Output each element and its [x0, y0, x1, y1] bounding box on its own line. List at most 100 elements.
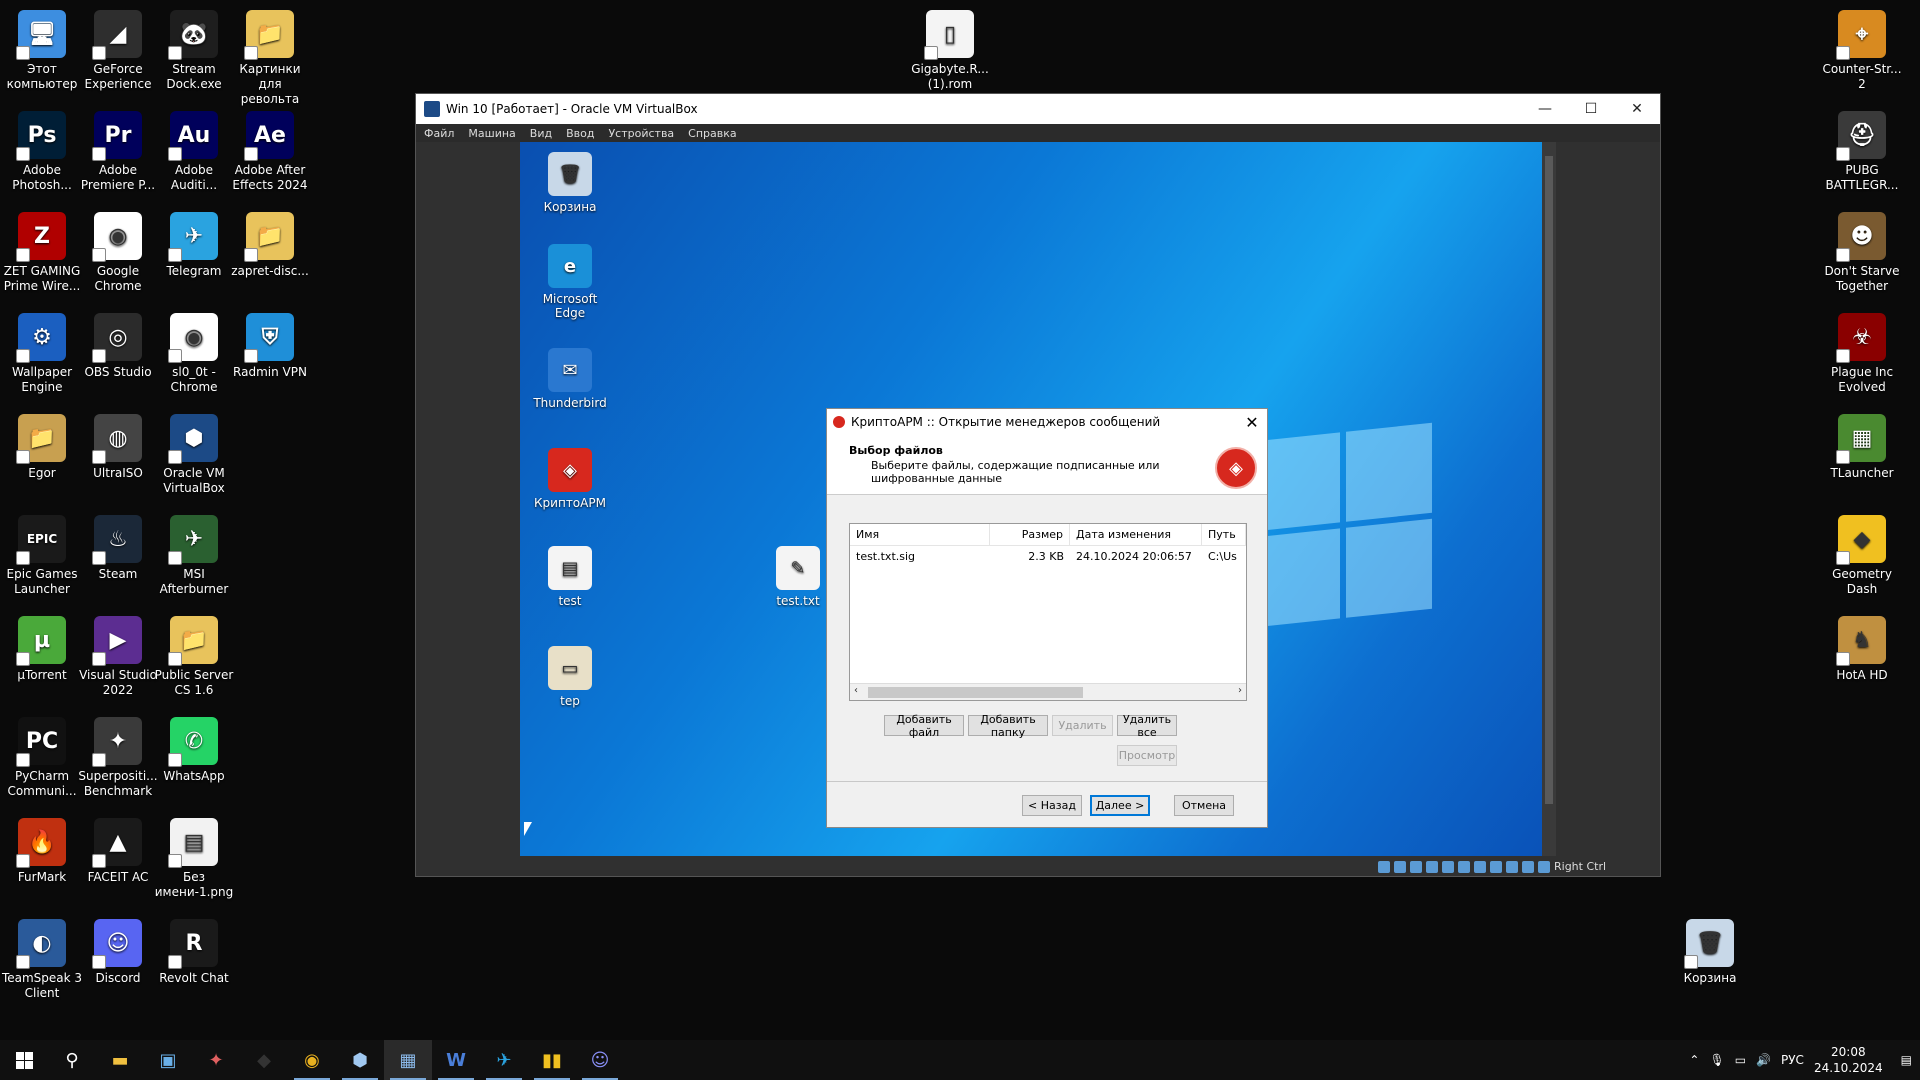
shortcut-adobe-after-effects-2024[interactable]: Ae Adobe After Effects 2024: [228, 109, 312, 193]
shortcut-msi-afterburner[interactable]: ✈ MSI Afterburner: [152, 513, 236, 597]
shortcut-faceit-ac[interactable]: ▲ FACEIT AC: [76, 816, 160, 885]
menu-file[interactable]: Файл: [424, 127, 454, 140]
taskbar-virtualbox[interactable]: ⬢: [336, 1040, 384, 1080]
notifications-icon[interactable]: ▤: [1901, 1053, 1912, 1067]
cpu-icon[interactable]: [1506, 860, 1518, 873]
shortcut-torrent[interactable]: µ µTorrent: [0, 614, 84, 683]
cancel-button[interactable]: Отмена: [1174, 795, 1234, 816]
taskbar-app-4[interactable]: ◆: [240, 1040, 288, 1080]
shortcut-pubg-battlegr[interactable]: ⛑ PUBG BATTLEGR...: [1820, 109, 1904, 193]
shortcut-adobe-photosh[interactable]: Ps Adobe Photosh...: [0, 109, 84, 193]
dialog-close-button[interactable]: ✕: [1237, 413, 1267, 432]
recording-icon[interactable]: [1490, 860, 1502, 873]
shortcut-криптоарм[interactable]: ◈ КриптоАРМ: [530, 448, 610, 510]
taskbar-discord[interactable]: ☺: [576, 1040, 624, 1080]
menu-devices[interactable]: Устройства: [608, 127, 674, 140]
preview-button[interactable]: Просмотр: [1117, 745, 1177, 766]
shortcut-thunderbird[interactable]: ✉ Thunderbird: [530, 348, 610, 410]
shortcut-whatsapp[interactable]: ✆ WhatsApp: [152, 715, 236, 784]
menu-view[interactable]: Вид: [530, 127, 552, 140]
shortcut-plague-inc-evolved[interactable]: ☣ Plague Inc Evolved: [1820, 311, 1904, 395]
network-icon[interactable]: [1426, 860, 1438, 873]
usb-icon[interactable]: [1442, 860, 1454, 873]
shortcut-egor[interactable]: 📁 Egor: [0, 412, 84, 481]
display-icon[interactable]: [1474, 860, 1486, 873]
shortcut-furmark[interactable]: 🔥 FurMark: [0, 816, 84, 885]
shortcut-obs-studio[interactable]: ◎ OBS Studio: [76, 311, 160, 380]
keyboard-icon[interactable]: [1538, 860, 1550, 873]
shortcut-stream-dock-exe[interactable]: 🐼 Stream Dock.exe: [152, 8, 236, 92]
column-date[interactable]: Дата изменения: [1070, 524, 1202, 545]
shortcut-revolt-chat[interactable]: R Revolt Chat: [152, 917, 236, 986]
column-size[interactable]: Размер: [990, 524, 1070, 545]
shortcut-epic-games-launcher[interactable]: EPIC Epic Games Launcher: [0, 513, 84, 597]
mouse-integration-icon[interactable]: [1522, 860, 1534, 873]
shortcut-telegram[interactable]: ✈ Telegram: [152, 210, 236, 279]
shortcut-gigabyte-r-1-rom[interactable]: ▯ Gigabyte.R... (1).rom: [908, 8, 992, 92]
menu-input[interactable]: Ввод: [566, 127, 594, 140]
vm-vertical-scrollbar[interactable]: [1542, 142, 1556, 856]
next-button[interactable]: Далее >: [1090, 795, 1150, 816]
scroll-left-icon[interactable]: ‹: [854, 685, 858, 696]
shortcut-tep[interactable]: ▭ tep: [530, 646, 610, 708]
shortcut-google-chrome[interactable]: ◉ Google Chrome: [76, 210, 160, 294]
minimize-button[interactable]: —: [1522, 94, 1568, 124]
taskbar-explorer[interactable]: ▬: [96, 1040, 144, 1080]
shortcut-superpositi-benchmark[interactable]: ✦ Superpositi... Benchmark: [76, 715, 160, 799]
start-button[interactable]: [0, 1040, 48, 1080]
taskbar-app-11[interactable]: ▮▮: [528, 1040, 576, 1080]
shortcut-geforce-experience[interactable]: ◢ GeForce Experience: [76, 8, 160, 92]
microphone-icon[interactable]: 🎙: [1709, 1053, 1724, 1067]
shortcut-корзина[interactable]: 🗑 Корзина: [1668, 917, 1752, 986]
menu-machine[interactable]: Машина: [468, 127, 515, 140]
shortcut-этот-компьютер[interactable]: 🖥 Этот компьютер: [0, 8, 84, 92]
search-button[interactable]: ⚲: [48, 1040, 96, 1080]
volume-icon[interactable]: 🔊: [1756, 1053, 1771, 1067]
shortcut-без-имени-1-png[interactable]: ▤ Без имени-1.png: [152, 816, 236, 900]
shortcut-microsoft-edge[interactable]: e Microsoft Edge: [530, 244, 610, 320]
column-path[interactable]: Путь: [1202, 524, 1246, 545]
taskbar-vm-window[interactable]: ▦: [384, 1040, 432, 1080]
shortcut-zapret-disc[interactable]: 📁 zapret-disc...: [228, 210, 312, 279]
add-file-button[interactable]: Добавить файл: [884, 713, 964, 739]
shortcut-pycharm-communi[interactable]: PC PyCharm Communi...: [0, 715, 84, 799]
language-indicator[interactable]: РУС: [1781, 1053, 1804, 1067]
shortcut-steam[interactable]: ♨ Steam: [76, 513, 160, 582]
back-button[interactable]: < Назад: [1022, 795, 1082, 816]
delete-all-button[interactable]: Удалить все: [1117, 713, 1177, 739]
shortcut-test[interactable]: ▤ test: [530, 546, 610, 608]
close-button[interactable]: ✕: [1614, 94, 1660, 124]
column-name[interactable]: Имя: [850, 524, 990, 545]
add-folder-button[interactable]: Добавить папку: [968, 713, 1048, 739]
shortcut-tlauncher[interactable]: ▦ TLauncher: [1820, 412, 1904, 481]
scrollbar-thumb[interactable]: [868, 687, 1083, 698]
shortcut-ultraiso[interactable]: ◍ UltraISO: [76, 412, 160, 481]
shortcut-hota-hd[interactable]: ♞ HotA HD: [1820, 614, 1904, 683]
shortcut-корзина[interactable]: 🗑 Корзина: [530, 152, 610, 214]
shortcut-adobe-premiere-p[interactable]: Pr Adobe Premiere P...: [76, 109, 160, 193]
shortcut-public-server-cs-1-6[interactable]: 📁 Public Server CS 1.6: [152, 614, 236, 698]
shortcut-oracle-vm-virtualbox[interactable]: ⬢ Oracle VM VirtualBox: [152, 412, 236, 496]
taskbar-word[interactable]: W: [432, 1040, 480, 1080]
shortcut-sl0-0t-chrome[interactable]: ◉ sl0_0t - Chrome: [152, 311, 236, 395]
shortcut-geometry-dash[interactable]: ◆ Geometry Dash: [1820, 513, 1904, 597]
guest-desktop[interactable]: КриптоАРМ :: Открытие менеджеров сообщен…: [520, 142, 1542, 856]
file-list[interactable]: Имя Размер Дата изменения Путь test.txt.…: [849, 523, 1247, 701]
taskbar-app-2[interactable]: ▣: [144, 1040, 192, 1080]
taskbar-chrome[interactable]: ◉: [288, 1040, 336, 1080]
hdd-icon[interactable]: [1378, 860, 1390, 873]
shortcut-teamspeak-3-client[interactable]: ◐ TeamSpeak 3 Client: [0, 917, 84, 1001]
shortcut-discord[interactable]: ☺ Discord: [76, 917, 160, 986]
horizontal-scrollbar[interactable]: ‹ ›: [850, 683, 1246, 700]
file-row[interactable]: test.txt.sig 2.3 KB 24.10.2024 20:06:57 …: [850, 546, 1246, 568]
shortcut-adobe-auditi[interactable]: Au Adobe Auditi...: [152, 109, 236, 193]
taskbar-telegram[interactable]: ✈: [480, 1040, 528, 1080]
shared-folder-icon[interactable]: [1458, 860, 1470, 873]
shortcut-картинки-для-револьта[interactable]: 📁 Картинки для револьта: [228, 8, 312, 107]
audio-icon[interactable]: [1410, 860, 1422, 873]
shortcut-test-txt[interactable]: ✎ test.txt: [758, 546, 838, 608]
maximize-button[interactable]: ☐: [1568, 94, 1614, 124]
shortcut-visual-studio-2022[interactable]: ▶ Visual Studio 2022: [76, 614, 160, 698]
shortcut-zet-gaming-prime-wire[interactable]: Z ZET GAMING Prime Wire...: [0, 210, 84, 294]
network-icon[interactable]: ▭: [1735, 1053, 1746, 1067]
